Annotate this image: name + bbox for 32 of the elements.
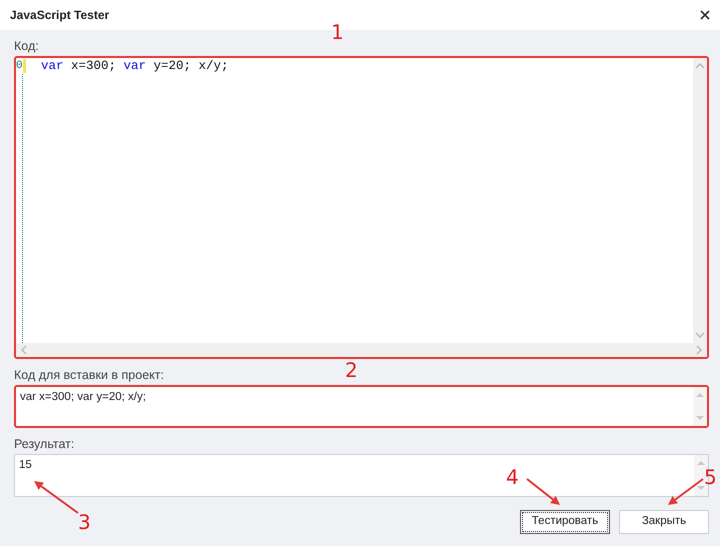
scroll-down-icon[interactable] bbox=[695, 414, 705, 422]
callout-number: 1 bbox=[331, 22, 344, 42]
insert-code-field[interactable]: var x=300; var y=20; x/y; bbox=[14, 385, 709, 428]
scroll-up-icon[interactable] bbox=[696, 459, 706, 467]
chevron-up-icon[interactable] bbox=[695, 62, 705, 70]
callout-arrow bbox=[526, 478, 560, 505]
field-label: Код для вставки в проект: bbox=[14, 367, 164, 384]
chevron-down-icon[interactable] bbox=[695, 331, 705, 339]
callout-number: 2 bbox=[345, 360, 358, 380]
chevron-right-icon[interactable] bbox=[695, 345, 703, 355]
scroll-up-icon[interactable] bbox=[695, 391, 705, 399]
callout-arrow bbox=[34, 481, 79, 514]
close-button[interactable]: Закрыть bbox=[619, 510, 709, 534]
horizontal-scrollbar[interactable] bbox=[16, 343, 707, 357]
vertical-scrollbar[interactable] bbox=[693, 58, 707, 343]
test-button[interactable]: Тестировать bbox=[520, 510, 610, 534]
callout-arrow bbox=[668, 478, 704, 505]
chevron-left-icon[interactable] bbox=[20, 345, 28, 355]
line-number: 0 bbox=[16, 59, 23, 74]
window-title: JavaScript Tester bbox=[10, 7, 110, 24]
callout-number: 3 bbox=[78, 512, 91, 532]
field-value: var x=300; var y=20; x/y; bbox=[20, 390, 146, 405]
code-line: var x=300; var y=20; x/y; bbox=[40, 58, 230, 74]
field-value: 15 bbox=[19, 458, 32, 473]
scroll-down-icon[interactable] bbox=[696, 484, 706, 492]
field-label: Код: bbox=[14, 38, 39, 55]
change-marker bbox=[22, 59, 26, 73]
vertical-scrollbar[interactable] bbox=[693, 387, 707, 426]
callout-number: 4 bbox=[506, 467, 519, 487]
close-icon[interactable] bbox=[700, 10, 710, 20]
code-editor[interactable]: 0 var x=300; var y=20; x/y; bbox=[14, 56, 709, 359]
field-label: Результат: bbox=[14, 436, 74, 453]
